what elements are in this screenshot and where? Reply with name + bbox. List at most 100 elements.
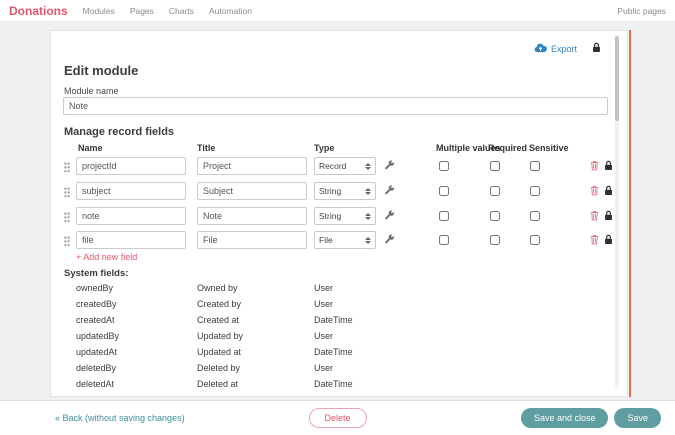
field-name-input[interactable] — [76, 157, 186, 175]
field-title-input[interactable] — [197, 157, 307, 175]
back-link[interactable]: « Back (without saving changes) — [55, 413, 185, 423]
save-button[interactable]: Save — [614, 408, 661, 428]
system-field-row: createdBy Created by User — [51, 299, 629, 311]
scrollbar[interactable] — [615, 36, 619, 388]
lock-icon[interactable] — [604, 185, 613, 196]
wrench-icon[interactable] — [384, 160, 395, 171]
field-type-value: String — [319, 186, 341, 196]
required-checkbox[interactable] — [490, 186, 500, 196]
col-header-name: Name — [78, 143, 103, 153]
system-field-title: Updated by — [197, 331, 243, 341]
field-row: File — [51, 231, 629, 251]
module-name-input[interactable] — [63, 97, 608, 115]
module-lock-icon[interactable] — [592, 40, 601, 58]
scrollbar-thumb[interactable] — [615, 36, 619, 121]
nav-item-public-pages[interactable]: Public pages — [617, 6, 666, 16]
field-row: String — [51, 207, 629, 227]
trash-icon[interactable] — [590, 185, 599, 196]
page-title: Edit module — [64, 63, 138, 78]
system-field-row: deletedAt Deleted at DateTime — [51, 379, 629, 391]
wrench-icon[interactable] — [384, 185, 395, 196]
field-name-input[interactable] — [76, 182, 186, 200]
grip-dots-icon[interactable] — [64, 162, 70, 173]
add-new-field-link[interactable]: + Add new field — [76, 252, 137, 262]
sensitive-checkbox[interactable] — [530, 211, 540, 221]
system-field-type: User — [314, 331, 333, 341]
field-name-input[interactable] — [76, 231, 186, 249]
select-arrows-icon — [365, 163, 371, 170]
field-row: Record — [51, 157, 629, 177]
lock-icon[interactable] — [604, 160, 613, 171]
field-type-value: Record — [319, 161, 346, 171]
system-field-type: DateTime — [314, 315, 353, 325]
system-field-title: Updated at — [197, 347, 241, 357]
save-and-close-button[interactable]: Save and close — [521, 408, 609, 428]
fields-table-header: Name Title Type Multiple values Required… — [51, 143, 629, 155]
col-header-required: Required — [488, 143, 527, 153]
sensitive-checkbox[interactable] — [530, 186, 540, 196]
required-checkbox[interactable] — [490, 211, 500, 221]
field-row: String — [51, 182, 629, 202]
sensitive-checkbox[interactable] — [530, 161, 540, 171]
brand-logo[interactable]: Donations — [9, 4, 68, 18]
grip-dots-icon[interactable] — [64, 212, 70, 223]
multiple-values-checkbox[interactable] — [439, 235, 449, 245]
save-button-group: Save and close Save — [521, 408, 661, 428]
panel-toolbar: Export — [534, 40, 601, 58]
delete-button[interactable]: Delete — [308, 408, 366, 428]
field-name-input[interactable] — [76, 207, 186, 225]
multiple-values-checkbox[interactable] — [439, 186, 449, 196]
system-field-row: ownedBy Owned by User — [51, 283, 629, 295]
lock-icon[interactable] — [604, 234, 613, 245]
sensitive-checkbox[interactable] — [530, 235, 540, 245]
grip-dots-icon[interactable] — [64, 236, 70, 247]
select-arrows-icon — [365, 188, 371, 195]
module-name-label: Module name — [64, 86, 119, 96]
field-type-value: String — [319, 211, 341, 221]
system-field-name: createdBy — [76, 299, 117, 309]
trash-icon[interactable] — [590, 160, 599, 171]
lock-icon[interactable] — [604, 210, 613, 221]
system-field-name: deletedBy — [76, 363, 116, 373]
edit-module-panel: Export Edit module Module name Manage re… — [50, 30, 628, 397]
field-title-input[interactable] — [197, 231, 307, 249]
system-field-title: Deleted by — [197, 363, 240, 373]
trash-icon[interactable] — [590, 210, 599, 221]
nav-item-automation[interactable]: Automation — [209, 6, 252, 16]
system-field-type: DateTime — [314, 347, 353, 357]
nav-item-modules[interactable]: Modules — [83, 6, 115, 16]
required-checkbox[interactable] — [490, 235, 500, 245]
system-field-title: Deleted at — [197, 379, 238, 389]
system-field-name: ownedBy — [76, 283, 113, 293]
nav-item-charts[interactable]: Charts — [169, 6, 194, 16]
field-type-select[interactable]: Record — [314, 157, 376, 175]
system-field-title: Created by — [197, 299, 241, 309]
select-arrows-icon — [365, 213, 371, 220]
export-label: Export — [551, 44, 577, 54]
grip-dots-icon[interactable] — [64, 187, 70, 198]
wrench-icon[interactable] — [384, 234, 395, 245]
field-type-select[interactable]: File — [314, 231, 376, 249]
field-type-select[interactable]: String — [314, 182, 376, 200]
required-checkbox[interactable] — [490, 161, 500, 171]
export-button[interactable]: Export — [534, 43, 577, 55]
system-field-row: updatedAt Updated at DateTime — [51, 347, 629, 359]
col-header-sensitive: Sensitive — [529, 143, 569, 153]
top-navbar: Donations Modules Pages Charts Automatio… — [0, 0, 675, 22]
col-header-type: Type — [314, 143, 334, 153]
nav-item-pages[interactable]: Pages — [130, 6, 154, 16]
field-title-input[interactable] — [197, 207, 307, 225]
cloud-upload-icon — [534, 43, 547, 55]
system-field-row: updatedBy Updated by User — [51, 331, 629, 343]
multiple-values-checkbox[interactable] — [439, 161, 449, 171]
field-type-select[interactable]: String — [314, 207, 376, 225]
multiple-values-checkbox[interactable] — [439, 211, 449, 221]
select-arrows-icon — [365, 237, 371, 244]
col-header-title: Title — [197, 143, 215, 153]
system-field-row: createdAt Created at DateTime — [51, 315, 629, 327]
field-title-input[interactable] — [197, 182, 307, 200]
system-field-type: User — [314, 299, 333, 309]
accent-edge-line — [629, 30, 631, 397]
wrench-icon[interactable] — [384, 210, 395, 221]
trash-icon[interactable] — [590, 234, 599, 245]
